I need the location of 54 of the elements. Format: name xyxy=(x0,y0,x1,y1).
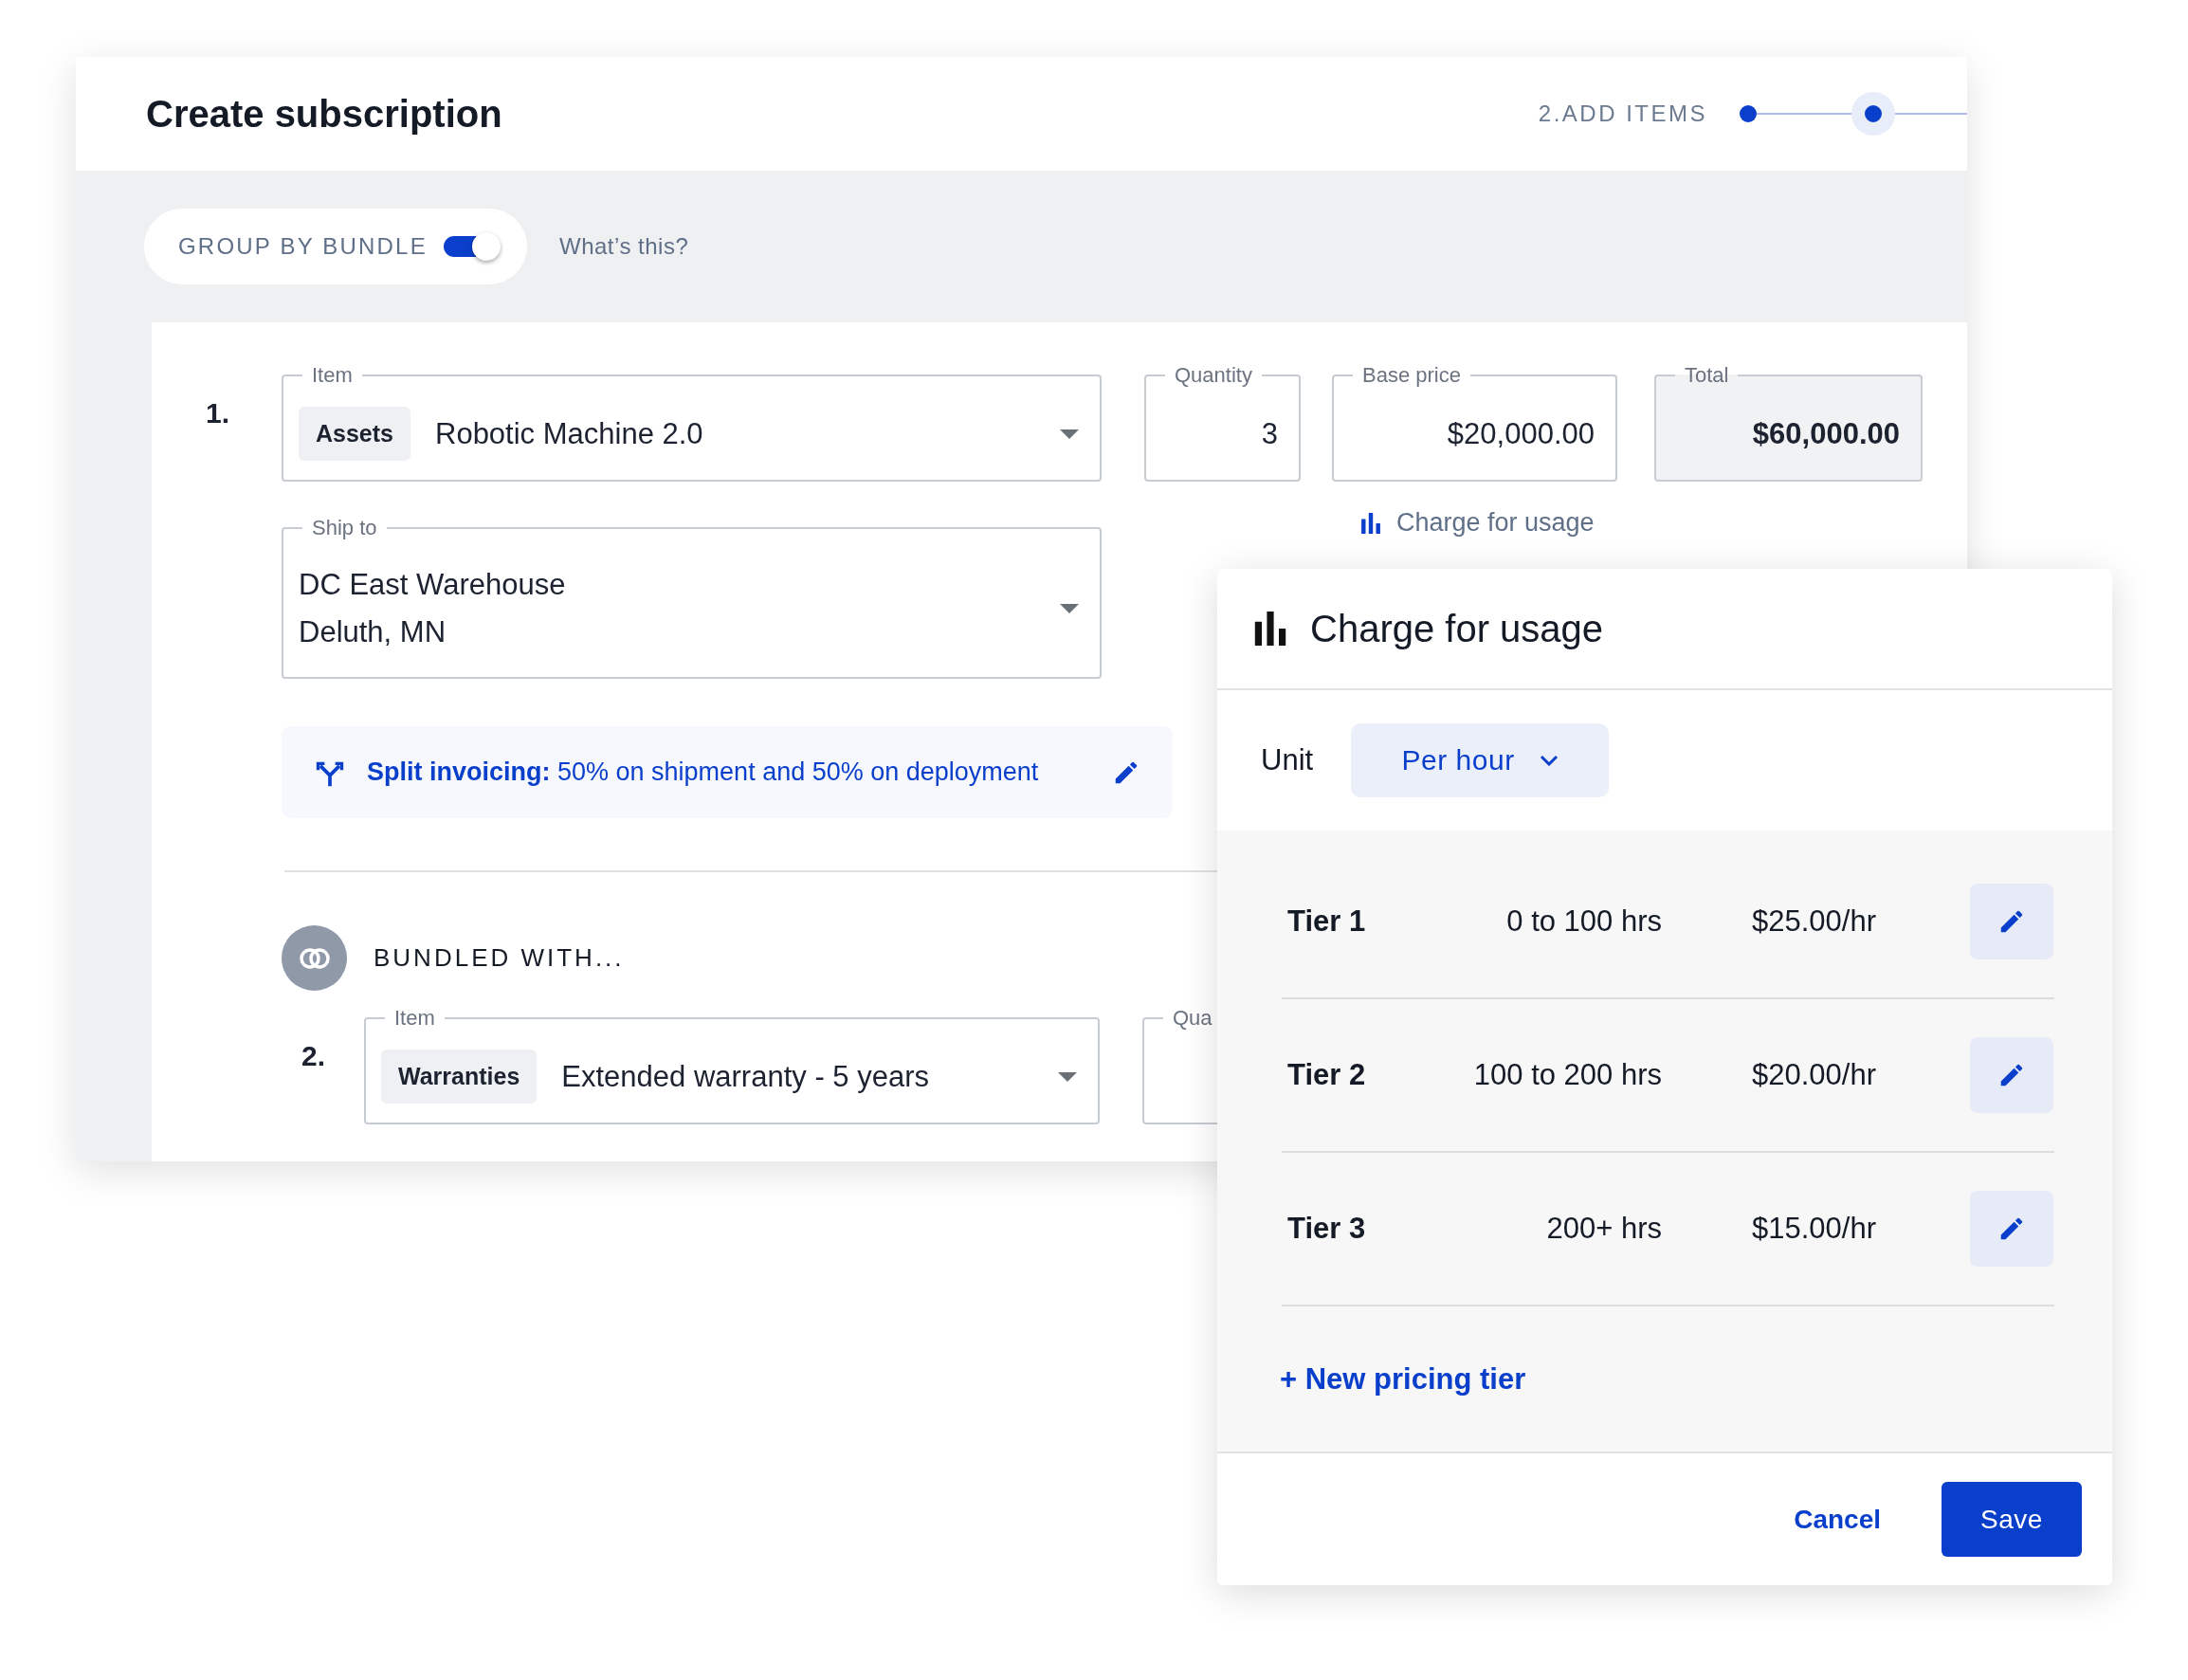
category-tag: Assets xyxy=(299,407,410,461)
field-label: Base price xyxy=(1361,363,1462,388)
price-value: $20,000.00 xyxy=(1447,416,1595,451)
field-label: Quantity xyxy=(1174,363,1253,388)
toggle-label: GROUP BY BUNDLE xyxy=(178,233,428,260)
caret-icon xyxy=(1058,1071,1077,1082)
item-value: Robotic Machine 2.0 xyxy=(435,416,704,451)
tier-name: Tier 3 xyxy=(1286,1212,1367,1246)
address-line: DC East Warehouse xyxy=(299,568,567,602)
item-number: 2. xyxy=(301,1039,327,1072)
caret-icon xyxy=(1060,604,1079,613)
total-value: $60,000.00 xyxy=(1752,416,1900,451)
tier-price: $20.00/hr xyxy=(1752,1058,1877,1092)
edit-button[interactable] xyxy=(1970,1037,2053,1113)
field-label: Item xyxy=(311,363,354,388)
bundle-label: BUNDLED WITH... xyxy=(374,943,625,973)
category-tag: Warranties xyxy=(381,1050,538,1104)
item-value: Extended warranty - 5 years xyxy=(561,1059,930,1094)
caret-icon xyxy=(1060,429,1079,439)
unit-label: Unit xyxy=(1261,743,1314,777)
bar-chart-icon xyxy=(1253,612,1287,646)
quantity-value: 3 xyxy=(1261,416,1278,451)
field-label: Ship to xyxy=(311,516,378,540)
edit-button[interactable] xyxy=(1970,1191,2053,1267)
edit-button[interactable] xyxy=(1970,884,2053,959)
tier-name: Tier 2 xyxy=(1286,1058,1367,1092)
dialog-title: Charge for usage xyxy=(1310,607,1604,650)
tier-price: $15.00/hr xyxy=(1752,1212,1877,1246)
page-title: Create subscription xyxy=(146,92,502,136)
step-dot[interactable] xyxy=(1740,105,1757,122)
split-invoicing-text: Split invoicing: 50% on shipment and 50% on deployment xyxy=(367,758,1040,787)
step-dot[interactable] xyxy=(1851,92,1895,136)
unit-dropdown[interactable]: Per hour xyxy=(1351,723,1610,797)
overlapping-circles-icon xyxy=(298,946,331,970)
field-label: Qua xyxy=(1172,1006,1213,1031)
usage-link[interactable]: Charge for usage xyxy=(1360,508,1595,538)
item-number: 1. xyxy=(205,396,231,429)
save-button[interactable]: Save xyxy=(1942,1482,2082,1557)
toggle-switch[interactable] xyxy=(444,232,501,261)
usage-link-text: Charge for usage xyxy=(1396,508,1595,538)
bar-chart-icon xyxy=(1360,512,1381,534)
field-label: Total xyxy=(1684,363,1730,388)
field-label: Item xyxy=(393,1006,436,1031)
chevron-down-icon xyxy=(1539,755,1559,766)
tier-range: 200+ hrs xyxy=(1545,1212,1662,1246)
cancel-button[interactable]: Cancel xyxy=(1775,1494,1900,1544)
tier-name: Tier 1 xyxy=(1286,904,1367,939)
tier-range: 0 to 100 hrs xyxy=(1505,904,1662,939)
help-link[interactable]: What’s this? xyxy=(559,233,689,260)
step-label: 2.ADD ITEMS xyxy=(1538,100,1707,127)
address-line: Deluth, MN xyxy=(299,615,447,649)
tier-price: $25.00/hr xyxy=(1752,904,1877,939)
tier-range: 100 to 200 hrs xyxy=(1472,1058,1662,1092)
new-tier-link[interactable]: + New pricing tier xyxy=(1280,1361,1526,1397)
